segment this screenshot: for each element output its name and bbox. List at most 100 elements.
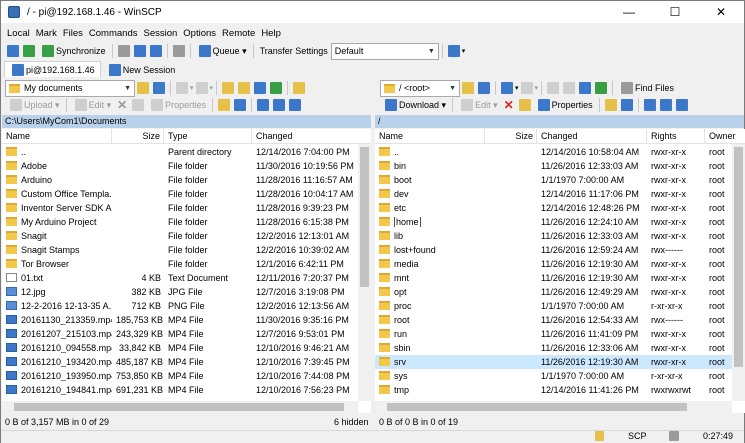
compare-directories-icon[interactable] bbox=[7, 45, 19, 57]
back-arrow-icon[interactable] bbox=[501, 82, 513, 94]
table-row[interactable]: srv 11/26/2016 12:19:30 AM rwxr-xr-x root bbox=[375, 355, 732, 369]
rename-icon[interactable] bbox=[518, 99, 531, 111]
right-edit-button[interactable]: Edit ▾ bbox=[456, 96, 501, 114]
table-row[interactable]: boot 1/1/1970 7:00:00 AM rwxr-xr-x root bbox=[375, 173, 732, 187]
menu-session[interactable]: Session bbox=[143, 28, 177, 39]
table-row[interactable]: .. Parent directory 12/14/2016 7:04:00 PM bbox=[2, 145, 371, 159]
root-directory-icon[interactable] bbox=[238, 82, 251, 94]
col-size[interactable]: Size bbox=[112, 129, 164, 143]
back-arrow-icon[interactable] bbox=[176, 82, 188, 94]
table-row[interactable]: .. 12/14/2016 10:58:04 AM rwxr-xr-x root bbox=[375, 145, 732, 159]
table-row[interactable]: 01.txt 4 KB Text Document 12/11/2016 7:20:3… bbox=[2, 271, 371, 285]
right-location-dropdown[interactable]: / <root> ▼ bbox=[380, 79, 460, 97]
find-files-button[interactable]: Find Files bbox=[616, 79, 677, 97]
close-button[interactable]: ✕ bbox=[698, 1, 744, 23]
home-icon[interactable] bbox=[254, 82, 267, 94]
col-owner[interactable]: Owner bbox=[705, 129, 745, 143]
refresh-icon[interactable] bbox=[595, 82, 608, 94]
table-row[interactable]: Custom Office Templa... File folder 11/28/… bbox=[2, 187, 371, 201]
filter-icon[interactable] bbox=[478, 82, 490, 94]
left-properties-button[interactable]: Properties bbox=[146, 96, 209, 114]
table-row[interactable]: 12-2-2016 12-13-35 A... 712 KB PNG File 12/… bbox=[2, 299, 371, 313]
select-plus-icon[interactable] bbox=[257, 99, 270, 111]
delete-x-icon[interactable]: ✕ bbox=[116, 99, 128, 111]
console-icon[interactable] bbox=[117, 45, 130, 57]
table-row[interactable]: tmp 12/14/2016 11:41:26 PM rwxrwxrwt root bbox=[375, 383, 732, 397]
filter-icon[interactable] bbox=[153, 82, 165, 94]
forward-arrow-icon[interactable] bbox=[195, 82, 208, 94]
table-row[interactable]: Adobe File folder 11/30/2016 10:19:56 PM bbox=[2, 159, 371, 173]
tab-session[interactable]: pi@192.168.1.46 bbox=[4, 61, 101, 77]
left-file-panel[interactable]: Name Size Type Changed .. Parent director… bbox=[2, 129, 371, 413]
table-row[interactable]: 20161130_213359.mp4 185,753 KB MP4 File 11/… bbox=[2, 313, 371, 327]
new-file-icon[interactable] bbox=[234, 99, 247, 111]
unselect-minus-icon[interactable] bbox=[659, 99, 672, 111]
table-row[interactable]: sbin 11/26/2016 12:33:06 AM rwxr-xr-x root bbox=[375, 341, 732, 355]
table-row[interactable]: opt 11/26/2016 12:49:29 AM rwxr-xr-x root bbox=[375, 285, 732, 299]
root-directory-icon[interactable] bbox=[563, 82, 576, 94]
transfer-settings-dropdown[interactable]: Default ▼ bbox=[330, 42, 439, 60]
refresh-icon[interactable] bbox=[270, 82, 283, 94]
table-row[interactable]: run 11/26/2016 11:41:09 PM rwxr-xr-x root bbox=[375, 327, 732, 341]
parent-directory-icon[interactable] bbox=[222, 82, 235, 94]
globe-icon[interactable] bbox=[447, 45, 460, 57]
table-row[interactable]: mnt 11/26/2016 12:19:30 AM rwxr-xr-x root bbox=[375, 271, 732, 285]
new-folder-icon[interactable] bbox=[218, 99, 231, 111]
forward-arrow-icon[interactable] bbox=[520, 82, 533, 94]
queue-button[interactable]: Queue ▾ bbox=[194, 42, 250, 60]
putty-icon[interactable] bbox=[133, 45, 146, 57]
find-icon[interactable] bbox=[149, 45, 162, 57]
left-vertical-scrollbar[interactable] bbox=[358, 144, 371, 401]
table-row[interactable]: Arduino File folder 11/28/2016 11:16:57 AM bbox=[2, 173, 371, 187]
table-row[interactable]: My Arduino Project File folder 11/28/2016 … bbox=[2, 215, 371, 229]
table-row[interactable]: dev 12/14/2016 11:17:06 PM rwxr-xr-x root bbox=[375, 187, 732, 201]
tab-new-session[interactable]: New Session bbox=[100, 61, 182, 77]
table-row[interactable]: media 11/26/2016 12:19:30 AM rwxr-xr-x root bbox=[375, 257, 732, 271]
menu-mark[interactable]: Mark bbox=[36, 28, 57, 39]
table-row[interactable]: Snagit Stamps File folder 12/2/2016 10:39:… bbox=[2, 243, 371, 257]
maximize-button[interactable]: ☐ bbox=[652, 1, 698, 23]
col-type[interactable]: Type bbox=[164, 129, 252, 143]
bookmark-icon[interactable] bbox=[293, 82, 306, 94]
filter-select-icon[interactable] bbox=[675, 99, 688, 111]
table-row[interactable]: 20161207_215103.mp4 243,329 KB MP4 File 12/… bbox=[2, 327, 371, 341]
table-row[interactable]: 20161210_193950.mp4 753,850 KB MP4 File 12/… bbox=[2, 369, 371, 383]
table-row[interactable]: sys 1/1/1970 7:00:00 AM r-xr-xr-x root bbox=[375, 369, 732, 383]
parent-directory-icon[interactable] bbox=[547, 82, 560, 94]
left-location-dropdown[interactable]: My documents ▼ bbox=[5, 79, 135, 97]
table-row[interactable]: etc 12/14/2016 12:48:26 PM rwxr-xr-x root bbox=[375, 201, 732, 215]
menu-options[interactable]: Options bbox=[183, 28, 216, 39]
right-vertical-scrollbar[interactable] bbox=[732, 144, 745, 401]
table-row[interactable]: bin 11/26/2016 12:33:03 AM rwxr-xr-x root bbox=[375, 159, 732, 173]
preferences-gear-icon[interactable] bbox=[172, 45, 185, 57]
synchronize-browsing-icon[interactable] bbox=[23, 45, 35, 57]
table-row[interactable]: root 11/26/2016 12:54:33 AM rwx------ root bbox=[375, 313, 732, 327]
left-hidden-count[interactable]: 6 hidden bbox=[334, 415, 369, 429]
table-row[interactable]: Inventor Server SDK A... File folder 11/28… bbox=[2, 201, 371, 215]
col-name[interactable]: Name bbox=[375, 129, 485, 143]
menu-files[interactable]: Files bbox=[63, 28, 83, 39]
filter-select-icon[interactable] bbox=[289, 99, 302, 111]
download-button[interactable]: Download ▾ bbox=[380, 96, 449, 114]
menu-local[interactable]: Local bbox=[7, 28, 30, 39]
menu-help[interactable]: Help bbox=[261, 28, 281, 39]
col-name[interactable]: Name bbox=[2, 129, 112, 143]
rename-icon[interactable] bbox=[132, 99, 145, 111]
col-changed[interactable]: Changed bbox=[537, 129, 647, 143]
left-horizontal-scrollbar[interactable] bbox=[2, 401, 358, 413]
table-row[interactable]: home 11/26/2016 12:24:10 AM rwxr-xr-x root bbox=[375, 215, 732, 229]
minimize-button[interactable]: — bbox=[606, 1, 652, 23]
unselect-minus-icon[interactable] bbox=[273, 99, 286, 111]
table-row[interactable]: 20161210_094558.mp4 33,842 KB MP4 File 12/1… bbox=[2, 341, 371, 355]
select-plus-icon[interactable] bbox=[643, 99, 656, 111]
table-row[interactable]: proc 1/1/1970 7:00:00 AM r-xr-xr-x root bbox=[375, 299, 732, 313]
table-row[interactable]: 20161210_193420.mp4 485,187 KB MP4 File 12/… bbox=[2, 355, 371, 369]
menu-commands[interactable]: Commands bbox=[89, 28, 138, 39]
table-row[interactable]: Snagit File folder 12/2/2016 12:13:01 AM bbox=[2, 229, 371, 243]
open-directory-icon[interactable] bbox=[137, 82, 149, 94]
right-horizontal-scrollbar[interactable] bbox=[375, 401, 732, 413]
home-icon[interactable] bbox=[579, 82, 592, 94]
table-row[interactable]: 20161210_194841.mp4 691,231 KB MP4 File 12/… bbox=[2, 383, 371, 397]
left-edit-button[interactable]: Edit ▾ bbox=[70, 96, 115, 114]
delete-x-icon[interactable]: ✕ bbox=[503, 99, 515, 111]
